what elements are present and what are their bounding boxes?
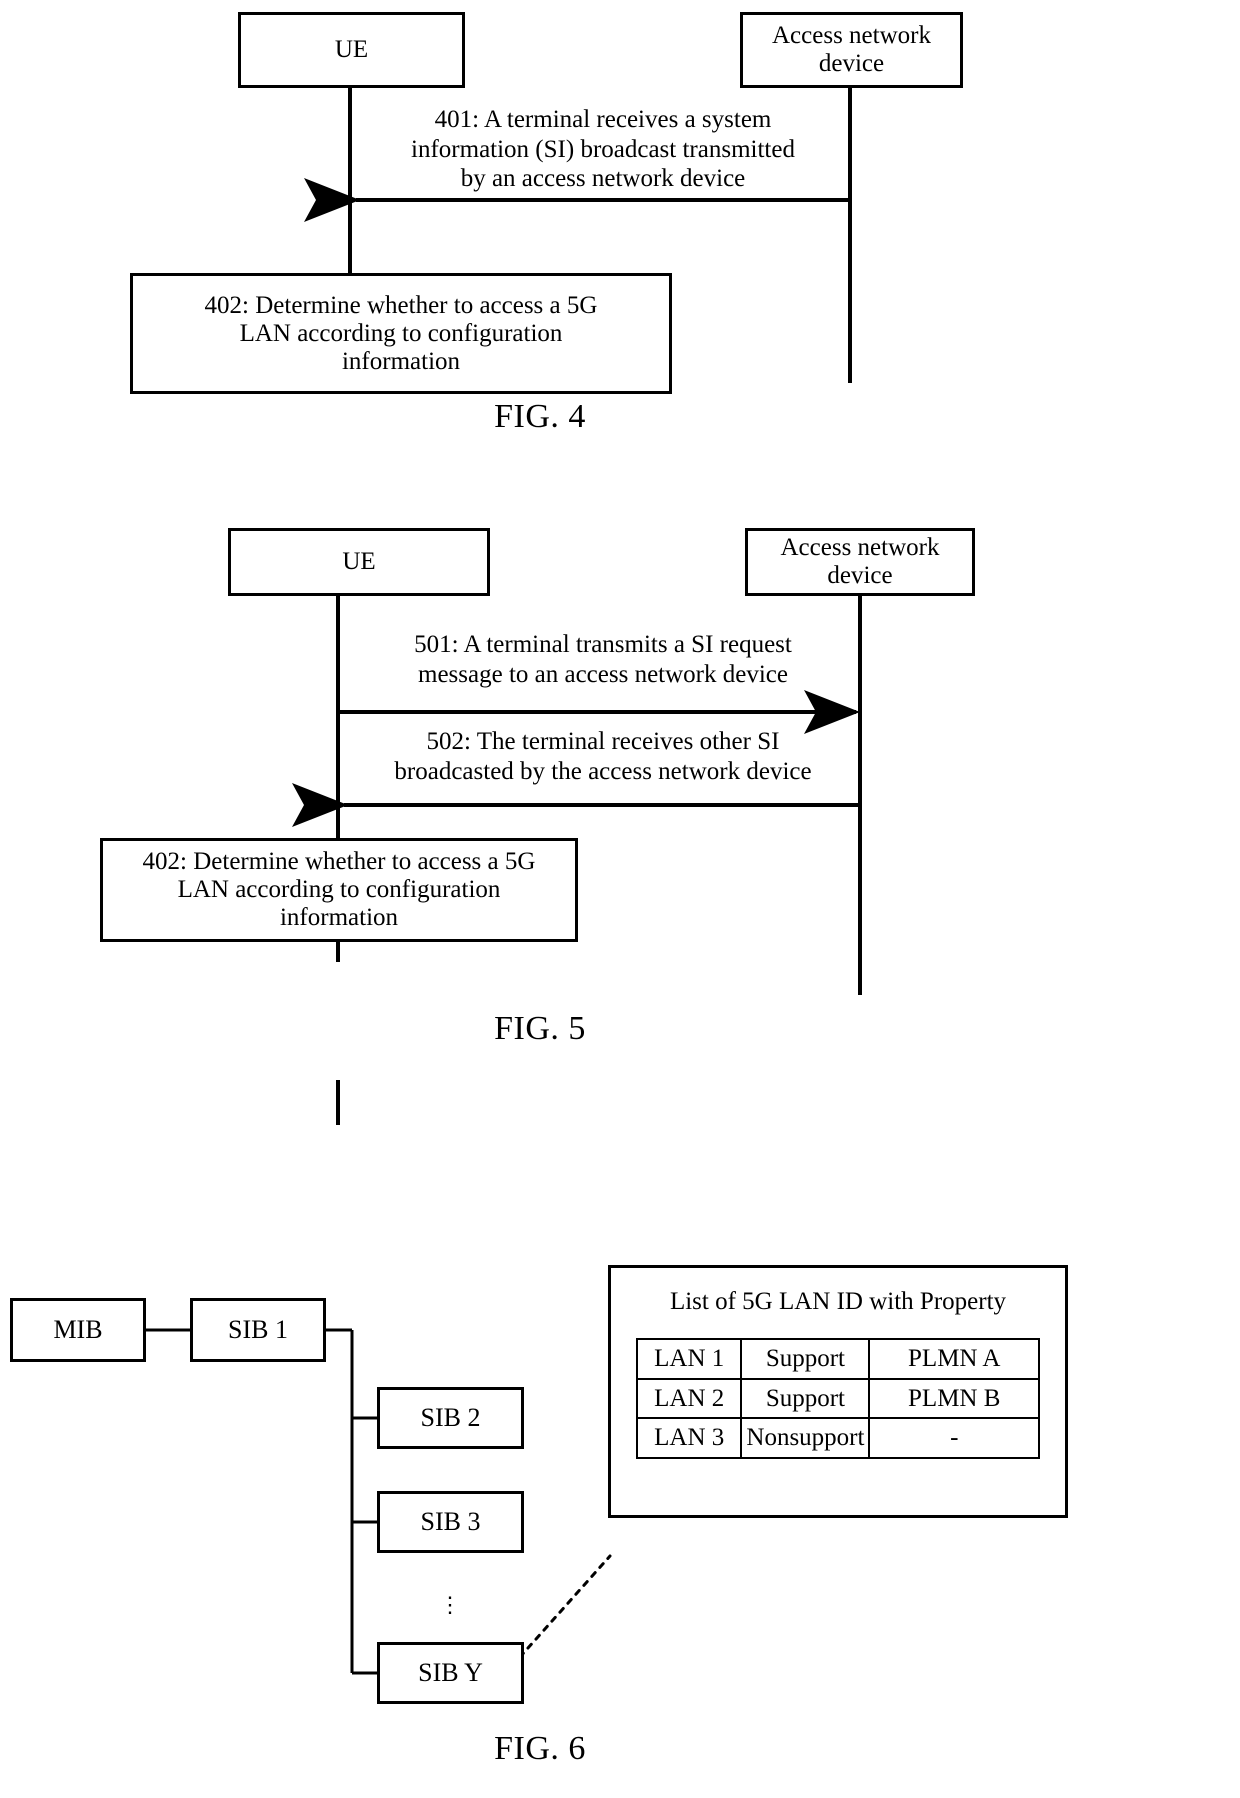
fig5-actor-access-network-device-label: Access network device (780, 534, 940, 589)
fig5-step-402-label: 402: Determine whether to access a 5G LAN… (142, 848, 536, 931)
cell-support-status: Support (740, 1377, 871, 1419)
fig4-step-402: 402: Determine whether to access a 5G LAN… (130, 273, 672, 394)
fig6-node-mib-label: MIB (53, 1315, 103, 1345)
fig5-caption: FIG. 5 (494, 1010, 586, 1047)
fig4-actor-access-network-device-label: Access network device (772, 22, 931, 77)
table-row: LAN 1 Support PLMN A (635, 1338, 1040, 1380)
fig6-node-sib-2-label: SIB 2 (420, 1403, 481, 1433)
fig6-node-sib-y: SIB Y (377, 1642, 524, 1704)
cell-support-status: Nonsupport (740, 1417, 871, 1459)
cell-support-status: Support (740, 1338, 871, 1380)
fig5-message-501-label: 501: A terminal transmits a SI request me… (414, 631, 792, 688)
fig5-actor-ue: UE (228, 528, 490, 596)
cell-lan-id: LAN 2 (635, 1377, 743, 1419)
fig6-caption: FIG. 6 (494, 1730, 586, 1767)
cell-lan-id: LAN 3 (635, 1417, 743, 1459)
fig4-actor-ue: UE (238, 12, 465, 88)
fig6-node-sib-1-label: SIB 1 (228, 1315, 288, 1345)
cell-plmn: - (868, 1417, 1040, 1459)
fig6-node-sib-2: SIB 2 (377, 1387, 524, 1449)
fig6-node-mib: MIB (10, 1298, 146, 1362)
fig5-actor-ue-label: UE (342, 548, 376, 575)
fig6-node-sib-3: SIB 3 (377, 1491, 524, 1553)
fig6-node-sib-y-label: SIB Y (418, 1658, 483, 1688)
fig5-step-402: 402: Determine whether to access a 5G LAN… (100, 838, 578, 942)
table-row: LAN 2 Support PLMN B (635, 1377, 1040, 1419)
cell-lan-id: LAN 1 (635, 1338, 743, 1380)
fig4-step-402-label: 402: Determine whether to access a 5G LAN… (204, 291, 598, 375)
cell-plmn: PLMN B (868, 1377, 1040, 1419)
fig4-message-401-label: 401: A terminal receives a system informa… (411, 106, 795, 192)
fig4-actor-access-network-device: Access network device (740, 12, 963, 88)
figure-sheet: UE Access network device 401: A terminal … (0, 0, 1240, 1798)
fig5-message-502-label: 502: The terminal receives other SI broad… (394, 728, 812, 785)
cell-plmn: PLMN A (868, 1338, 1040, 1380)
fig6-lan-table: LAN 1 Support PLMN A LAN 2 Support PLMN … (635, 1338, 1040, 1459)
fig6-node-sib-3-label: SIB 3 (420, 1507, 481, 1537)
table-row: LAN 3 Nonsupport - (635, 1417, 1040, 1459)
fig6-node-sib-1: SIB 1 (190, 1298, 326, 1362)
fig4-caption: FIG. 4 (494, 398, 586, 435)
fig5-actor-access-network-device: Access network device (745, 528, 975, 596)
fig6-tree-ellipsis: ⋮ (439, 1592, 461, 1617)
fig4-actor-ue-label: UE (334, 36, 369, 63)
fig6-detail-panel-title: List of 5G LAN ID with Property (669, 1288, 1007, 1315)
